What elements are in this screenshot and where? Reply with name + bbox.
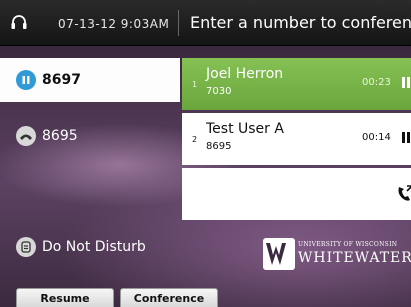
hold-status-icon (402, 77, 411, 88)
call-timer: 00:14 (362, 132, 391, 143)
pause-icon (16, 70, 36, 90)
hold-status-icon (402, 132, 411, 143)
call-transfer-icon (398, 185, 411, 201)
call-timer: 00:23 (362, 77, 391, 88)
caller-number: 8695 (206, 141, 232, 152)
call-index: 2 (192, 135, 198, 144)
resume-button[interactable]: Resume (16, 288, 114, 307)
call-index: 1 (192, 80, 198, 89)
line-label: 8697 (42, 72, 81, 88)
conference-target-row[interactable] (182, 168, 411, 220)
phone-handset-icon (16, 126, 36, 146)
university-logo: UNIVERSITY OF WISCONSIN WHITEWATER (262, 237, 411, 273)
line-label: 8695 (42, 128, 78, 144)
call-row-held[interactable]: 2 Test User A 8695 00:14 (182, 113, 411, 165)
status-bar: 07-13-12 9:03AM Enter a number to confer… (0, 0, 411, 46)
line-key-8695[interactable]: 8695 (0, 114, 180, 158)
logo-title: WHITEWATER (298, 250, 411, 266)
headset-icon (11, 15, 27, 29)
uw-logo-icon (263, 238, 295, 270)
logo-subtitle: UNIVERSITY OF WISCONSIN (298, 241, 398, 248)
softkey-bar: Resume Conference (0, 286, 411, 307)
call-row-active[interactable]: 1 Joel Herron 7030 00:23 (182, 58, 411, 110)
dnd-label: Do Not Disturb (42, 239, 146, 255)
line-key-8697[interactable]: 8697 (0, 58, 180, 102)
page-title: Enter a number to conference (190, 13, 411, 32)
caller-number: 7030 (206, 86, 232, 97)
do-not-disturb-key[interactable]: Do Not Disturb (0, 232, 180, 262)
caller-name: Test User A (206, 121, 284, 137)
date-time: 07-13-12 9:03AM (58, 17, 170, 31)
conference-button[interactable]: Conference (120, 288, 218, 307)
caller-name: Joel Herron (206, 66, 284, 82)
do-not-disturb-icon (16, 237, 36, 257)
header-divider (178, 10, 179, 36)
